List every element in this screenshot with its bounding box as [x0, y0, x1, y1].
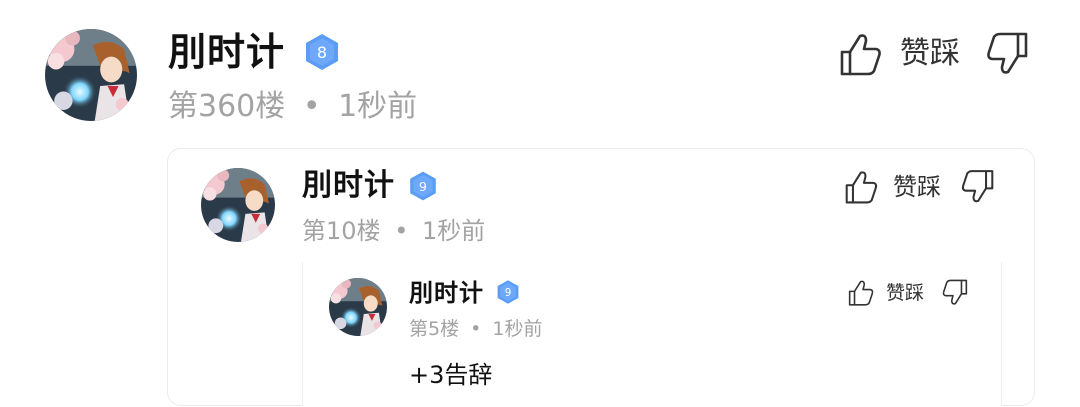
- like-label[interactable]: 赞: [886, 278, 905, 308]
- thumbs-down-icon[interactable]: [942, 278, 970, 306]
- post-time: 1秒前: [421, 217, 486, 245]
- floor-number: 第5楼: [409, 318, 460, 340]
- floor-number: 第360楼: [168, 89, 286, 124]
- level-badge-icon: 9: [410, 171, 436, 201]
- vote-labels: 赞踩: [893, 168, 941, 206]
- floor-number: 第10楼: [302, 217, 381, 245]
- like-label[interactable]: 赞: [900, 31, 930, 77]
- username[interactable]: 刖时计: [302, 164, 395, 208]
- thumbs-down-icon[interactable]: [961, 168, 997, 204]
- thumbs-up-icon[interactable]: [836, 30, 882, 76]
- separator-dot: •: [302, 89, 321, 124]
- avatar[interactable]: [329, 278, 387, 336]
- level-number: 9: [419, 180, 427, 195]
- comment-content: +3告辞: [409, 361, 493, 389]
- vote-labels: 赞踩: [900, 31, 960, 77]
- username[interactable]: 刖时计: [168, 26, 285, 78]
- dislike-label[interactable]: 踩: [930, 31, 960, 77]
- vote-labels: 赞踩: [886, 278, 924, 308]
- floor-time: 第5楼 • 1秒前: [409, 314, 543, 344]
- level-badge-icon: 9: [497, 280, 519, 304]
- username[interactable]: 刖时计: [409, 276, 484, 310]
- thumbs-up-icon[interactable]: [842, 168, 878, 204]
- dislike-label[interactable]: 踩: [905, 278, 924, 308]
- thumbs-down-icon[interactable]: [986, 30, 1032, 76]
- level-badge-icon: 8: [306, 34, 338, 70]
- separator-dot: •: [470, 318, 482, 340]
- separator-dot: •: [394, 217, 409, 245]
- level-number: 8: [317, 43, 327, 62]
- level-number: 9: [505, 287, 512, 299]
- like-label[interactable]: 赞: [893, 168, 917, 206]
- dislike-label[interactable]: 踩: [917, 168, 941, 206]
- thumbs-up-icon[interactable]: [846, 278, 874, 306]
- floor-time: 第10楼 • 1秒前: [302, 212, 485, 250]
- avatar[interactable]: [201, 168, 275, 242]
- post-time: 1秒前: [338, 89, 418, 124]
- avatar[interactable]: [45, 29, 137, 121]
- post-time: 1秒前: [492, 318, 543, 340]
- floor-time: 第360楼 • 1秒前: [168, 84, 417, 130]
